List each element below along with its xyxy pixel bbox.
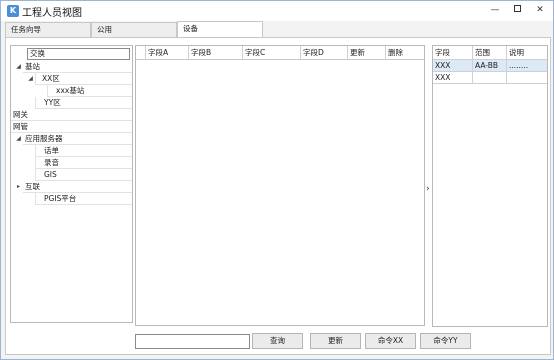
tree-node-label: 基站 — [23, 61, 132, 73]
expanded-arrow-icon[interactable]: ◢ — [15, 63, 22, 70]
property-cell[interactable]: XXX — [433, 72, 473, 84]
command-yy-button[interactable]: 命令YY — [420, 333, 471, 349]
property-cell[interactable]: AA-BB — [473, 60, 507, 72]
close-button[interactable]: ✕ — [529, 1, 551, 19]
tree-node-pgis-platform[interactable]: PGIS平台 — [11, 193, 132, 205]
tree-node-label: xxx基站 — [47, 85, 132, 97]
command-xx-button[interactable]: 命令XX — [365, 333, 416, 349]
tab-task-wizard[interactable]: 任务向导 — [5, 22, 91, 37]
grid-header: 字段A 字段B 字段C 字段D 更新 删除 — [136, 46, 424, 60]
tree-node-network-management[interactable]: 网管 — [11, 121, 132, 133]
grid-column-header[interactable]: 字段D — [301, 46, 348, 60]
tree-node-call-records[interactable]: 话单 — [11, 145, 132, 157]
tree-node-gis[interactable]: GIS — [11, 169, 132, 181]
tree-node-recording[interactable]: 录音 — [11, 157, 132, 169]
minimize-button[interactable]: — — [484, 1, 506, 19]
property-column-header[interactable]: 字段 — [433, 46, 473, 60]
expanded-arrow-icon[interactable]: ◢ — [27, 75, 34, 82]
tree-node-xx-district[interactable]: ◢ XX区 — [11, 73, 132, 85]
tree-node-label: XX区 — [35, 73, 132, 85]
tree-node-label: 录音 — [35, 157, 132, 169]
grid-column-header[interactable]: 字段C — [243, 46, 301, 60]
collapsed-arrow-icon[interactable]: ▸ — [15, 183, 22, 190]
tree-node-label: 话单 — [35, 145, 132, 157]
property-column-header[interactable]: 说明 — [507, 46, 547, 60]
window-title: 工程人员视图 — [22, 8, 82, 19]
tree-node-base-station[interactable]: ◢ 基站 — [11, 61, 132, 73]
property-grid[interactable]: 字段 范围 说明 XXX AA-BB ........ XXX — [432, 45, 548, 327]
grid-row-header-corner — [136, 46, 146, 60]
property-cell[interactable] — [507, 72, 547, 84]
device-grid[interactable]: 字段A 字段B 字段C 字段D 更新 删除 — [135, 45, 425, 326]
maximize-button[interactable] — [506, 1, 528, 19]
tree-node-label: 互联 — [23, 181, 132, 193]
grid-column-header[interactable]: 字段B — [189, 46, 243, 60]
tab-strip: 任务向导 公用 设备 — [5, 21, 551, 38]
tree-search-input[interactable]: 交换 — [27, 48, 130, 60]
tree-node-label: GIS — [35, 169, 132, 181]
tab-common[interactable]: 公用 — [91, 22, 177, 37]
property-cell[interactable]: XXX — [433, 60, 473, 72]
tree-node-yy-district[interactable]: YY区 — [11, 97, 132, 109]
property-cell[interactable] — [473, 72, 507, 84]
tree-node-interconnect[interactable]: ▸ 互联 — [11, 181, 132, 193]
tab-content: 交换 ◢ 基站 ◢ XX区 xxx基站 YY区 网关 网管 ◢ 应用服务器 话单… — [5, 37, 551, 355]
device-tree[interactable]: 交换 ◢ 基站 ◢ XX区 xxx基站 YY区 网关 网管 ◢ 应用服务器 话单… — [10, 45, 133, 323]
query-input[interactable] — [135, 334, 250, 349]
query-button[interactable]: 查询 — [252, 333, 303, 349]
tree-node-app-server[interactable]: ◢ 应用服务器 — [11, 133, 132, 145]
title-bar: K 工程人员视图 — ✕ — [1, 1, 553, 21]
property-column-header[interactable]: 范围 — [473, 46, 507, 60]
update-button[interactable]: 更新 — [310, 333, 361, 349]
app-window: K 工程人员视图 — ✕ 任务向导 公用 设备 交换 ◢ 基站 ◢ XX区 xx… — [0, 0, 554, 360]
expanded-arrow-icon[interactable]: ◢ — [15, 135, 22, 142]
tree-node-label: YY区 — [35, 97, 132, 109]
tree-node-label: 应用服务器 — [23, 133, 132, 145]
tree-node-label: 网关 — [11, 109, 132, 121]
app-logo-icon: K — [7, 5, 19, 17]
grid-column-header[interactable]: 更新 — [348, 46, 386, 60]
maximize-icon — [513, 5, 521, 12]
tab-device[interactable]: 设备 — [177, 21, 263, 38]
tree-node-label: 网管 — [11, 121, 132, 133]
grid-column-header[interactable]: 删除 — [386, 46, 424, 60]
grid-column-header[interactable]: 字段A — [146, 46, 189, 60]
tree-node-gateway[interactable]: 网关 — [11, 109, 132, 121]
tree-node-label: PGIS平台 — [35, 193, 132, 205]
property-cell[interactable]: ........ — [507, 60, 547, 72]
tree-node-xxx-base-station[interactable]: xxx基站 — [11, 85, 132, 97]
